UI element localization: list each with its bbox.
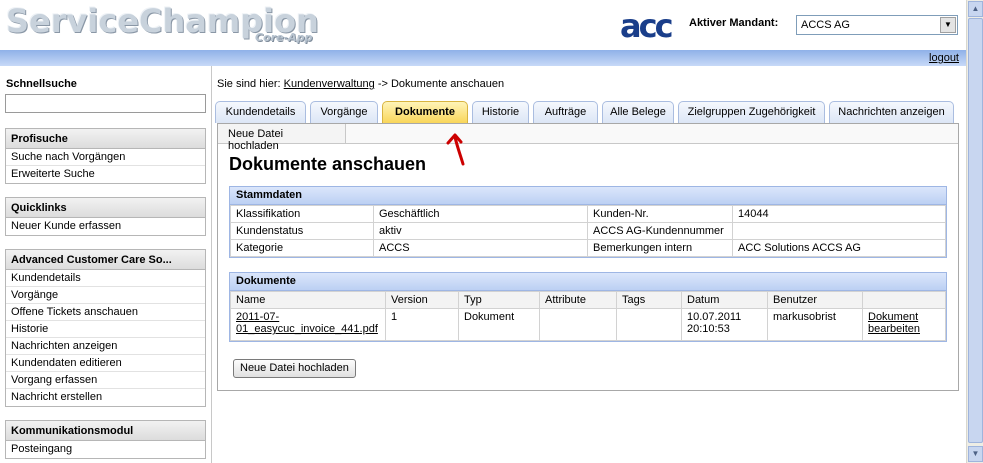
column-header: Version <box>385 291 459 309</box>
table-row: Kategorie ACCS Bemerkungen intern ACC So… <box>230 239 946 257</box>
scroll-down-icon[interactable]: ▼ <box>968 446 983 462</box>
chevron-down-icon[interactable]: ▼ <box>940 17 956 33</box>
document-user: markusobrist <box>767 308 863 341</box>
table-cell: 14044 <box>732 205 946 223</box>
app-window: ServiceChampion Core-App acc Aktiver Man… <box>0 0 983 463</box>
company-logo: acc <box>620 7 674 45</box>
sidebar-section-customer-care: Advanced Customer Care So... Kundendetai… <box>5 249 206 407</box>
tab-dokumente[interactable]: Dokumente <box>382 101 468 123</box>
mandant-select[interactable]: ACCS AG ▼ <box>796 15 958 35</box>
table-cell: aktiv <box>373 222 588 240</box>
sidebar-item-nachricht-erstellen[interactable]: Nachricht erstellen <box>6 389 205 406</box>
column-header: Name <box>230 291 386 309</box>
sidebar-item-historie[interactable]: Historie <box>6 321 205 338</box>
table-cell: ACC Solutions ACCS AG <box>732 239 946 257</box>
sidebar-item-kundendaten-editieren[interactable]: Kundendaten editieren <box>6 355 205 372</box>
document-version: 1 <box>385 308 459 341</box>
table-cell: Klassifikation <box>230 205 374 223</box>
table-cell: Kunden-Nr. <box>587 205 733 223</box>
sidebar-item-posteingang[interactable]: Posteingang <box>6 441 205 458</box>
dokumente-table: Name Version Typ Attribute Tags Datum Be… <box>230 291 946 341</box>
sidebar-section-title: Quicklinks <box>6 198 205 218</box>
breadcrumb-current: -> Dokumente anschauen <box>377 78 505 90</box>
breadcrumb: Sie sind hier: Kundenverwaltung -> Dokum… <box>217 78 504 90</box>
column-header <box>862 291 946 309</box>
table-cell: Kundenstatus <box>230 222 374 240</box>
red-arrow-annotation <box>446 133 465 166</box>
sidebar-section-quicklinks: Quicklinks Neuer Kunde erfassen <box>5 197 206 236</box>
tab-historie[interactable]: Historie <box>472 101 529 123</box>
upload-file-button[interactable]: Neue Datei hochladen <box>233 359 356 378</box>
content-panel: Neue Datei hochladen Dokumente anschauen… <box>217 123 959 391</box>
sidebar-section-kommunikation: Kommunikationsmodul Posteingang <box>5 420 206 459</box>
document-action-cell: Dokument bearbeiten <box>862 308 946 341</box>
app-logo-subtitle: Core-App <box>255 31 313 44</box>
sidebar: Schnellsuche Profisuche Suche nach Vorgä… <box>0 66 212 463</box>
stammdaten-table: Klassifikation Geschäftlich Kunden-Nr. 1… <box>230 205 946 257</box>
top-bar <box>0 50 966 66</box>
document-date: 10.07.2011 20:10:53 <box>681 308 768 341</box>
document-tags <box>616 308 682 341</box>
column-header: Attribute <box>539 291 617 309</box>
tab-alle-belege[interactable]: Alle Belege <box>602 101 674 123</box>
sidebar-item-vorgaenge[interactable]: Vorgänge <box>6 287 205 304</box>
sidebar-item-vorgang-erfassen[interactable]: Vorgang erfassen <box>6 372 205 389</box>
sidebar-item-suche-vorgaenge[interactable]: Suche nach Vorgängen <box>6 149 205 166</box>
sidebar-item-neuer-kunde[interactable]: Neuer Kunde erfassen <box>6 218 205 235</box>
tab-vorgaenge[interactable]: Vorgänge <box>310 101 378 123</box>
table-row: 2011-07- 01_easycuc_invoice_441.pdf 1 Dok… <box>230 308 946 341</box>
stammdaten-title: Stammdaten <box>230 187 946 205</box>
mandant-select-value: ACCS AG <box>801 19 850 31</box>
edit-document-link[interactable]: Dokument bearbeiten <box>868 311 920 335</box>
scroll-up-icon[interactable]: ▲ <box>968 1 983 17</box>
sidebar-item-offene-tickets[interactable]: Offene Tickets anschauen <box>6 304 205 321</box>
breadcrumb-prefix: Sie sind hier: <box>217 78 281 90</box>
vertical-scrollbar[interactable]: ▲ ▼ <box>966 0 983 463</box>
stammdaten-section: Stammdaten Klassifikation Geschäftlich K… <box>229 186 947 258</box>
tab-nachrichten[interactable]: Nachrichten anzeigen <box>829 101 954 123</box>
subtab-neue-datei[interactable]: Neue Datei hochladen <box>218 124 346 152</box>
table-cell: Kategorie <box>230 239 374 257</box>
tab-auftraege[interactable]: Aufträge <box>533 101 598 123</box>
mandant-label: Aktiver Mandant: <box>689 17 779 29</box>
column-header: Datum <box>681 291 768 309</box>
column-header: Benutzer <box>767 291 863 309</box>
quick-search-title: Schnellsuche <box>6 78 77 90</box>
dokumente-title: Dokumente <box>230 273 946 291</box>
tab-zielgruppen[interactable]: Zielgruppen Zugehörigkeit <box>678 101 825 123</box>
sidebar-section-title: Profisuche <box>6 129 205 149</box>
column-header: Typ <box>458 291 540 309</box>
table-row: Kundenstatus aktiv ACCS AG-Kundennummer <box>230 222 946 240</box>
sidebar-section-title: Kommunikationsmodul <box>6 421 205 441</box>
document-type: Dokument <box>458 308 540 341</box>
page-title: Dokumente anschauen <box>229 154 427 174</box>
subtab-bar <box>346 124 958 144</box>
table-cell: Bemerkungen intern <box>587 239 733 257</box>
table-header-row: Name Version Typ Attribute Tags Datum Be… <box>230 291 946 309</box>
document-name-link[interactable]: 2011-07- 01_easycuc_invoice_441.pdf <box>236 311 378 335</box>
breadcrumb-link[interactable]: Kundenverwaltung <box>284 78 375 90</box>
scroll-thumb[interactable] <box>968 18 983 443</box>
table-cell: ACCS AG-Kundennummer <box>587 222 733 240</box>
header: ServiceChampion Core-App acc Aktiver Man… <box>0 0 966 50</box>
table-cell <box>732 222 946 240</box>
column-header: Tags <box>616 291 682 309</box>
sidebar-item-kundendetails[interactable]: Kundendetails <box>6 270 205 287</box>
logout-link[interactable]: logout <box>929 52 959 64</box>
sidebar-item-erweiterte-suche[interactable]: Erweiterte Suche <box>6 166 205 183</box>
sidebar-section-profisuche: Profisuche Suche nach Vorgängen Erweiter… <box>5 128 206 184</box>
quick-search-input[interactable] <box>5 94 206 113</box>
table-cell: ACCS <box>373 239 588 257</box>
table-cell: Geschäftlich <box>373 205 588 223</box>
tab-kundendetails[interactable]: Kundendetails <box>215 101 306 123</box>
sidebar-item-nachrichten[interactable]: Nachrichten anzeigen <box>6 338 205 355</box>
table-row: Klassifikation Geschäftlich Kunden-Nr. 1… <box>230 205 946 223</box>
sidebar-section-title: Advanced Customer Care So... <box>6 250 205 270</box>
dokumente-section: Dokumente Name Version Typ Attribute Tag… <box>229 272 947 342</box>
document-attribute <box>539 308 617 341</box>
document-name-cell: 2011-07- 01_easycuc_invoice_441.pdf <box>230 308 386 341</box>
